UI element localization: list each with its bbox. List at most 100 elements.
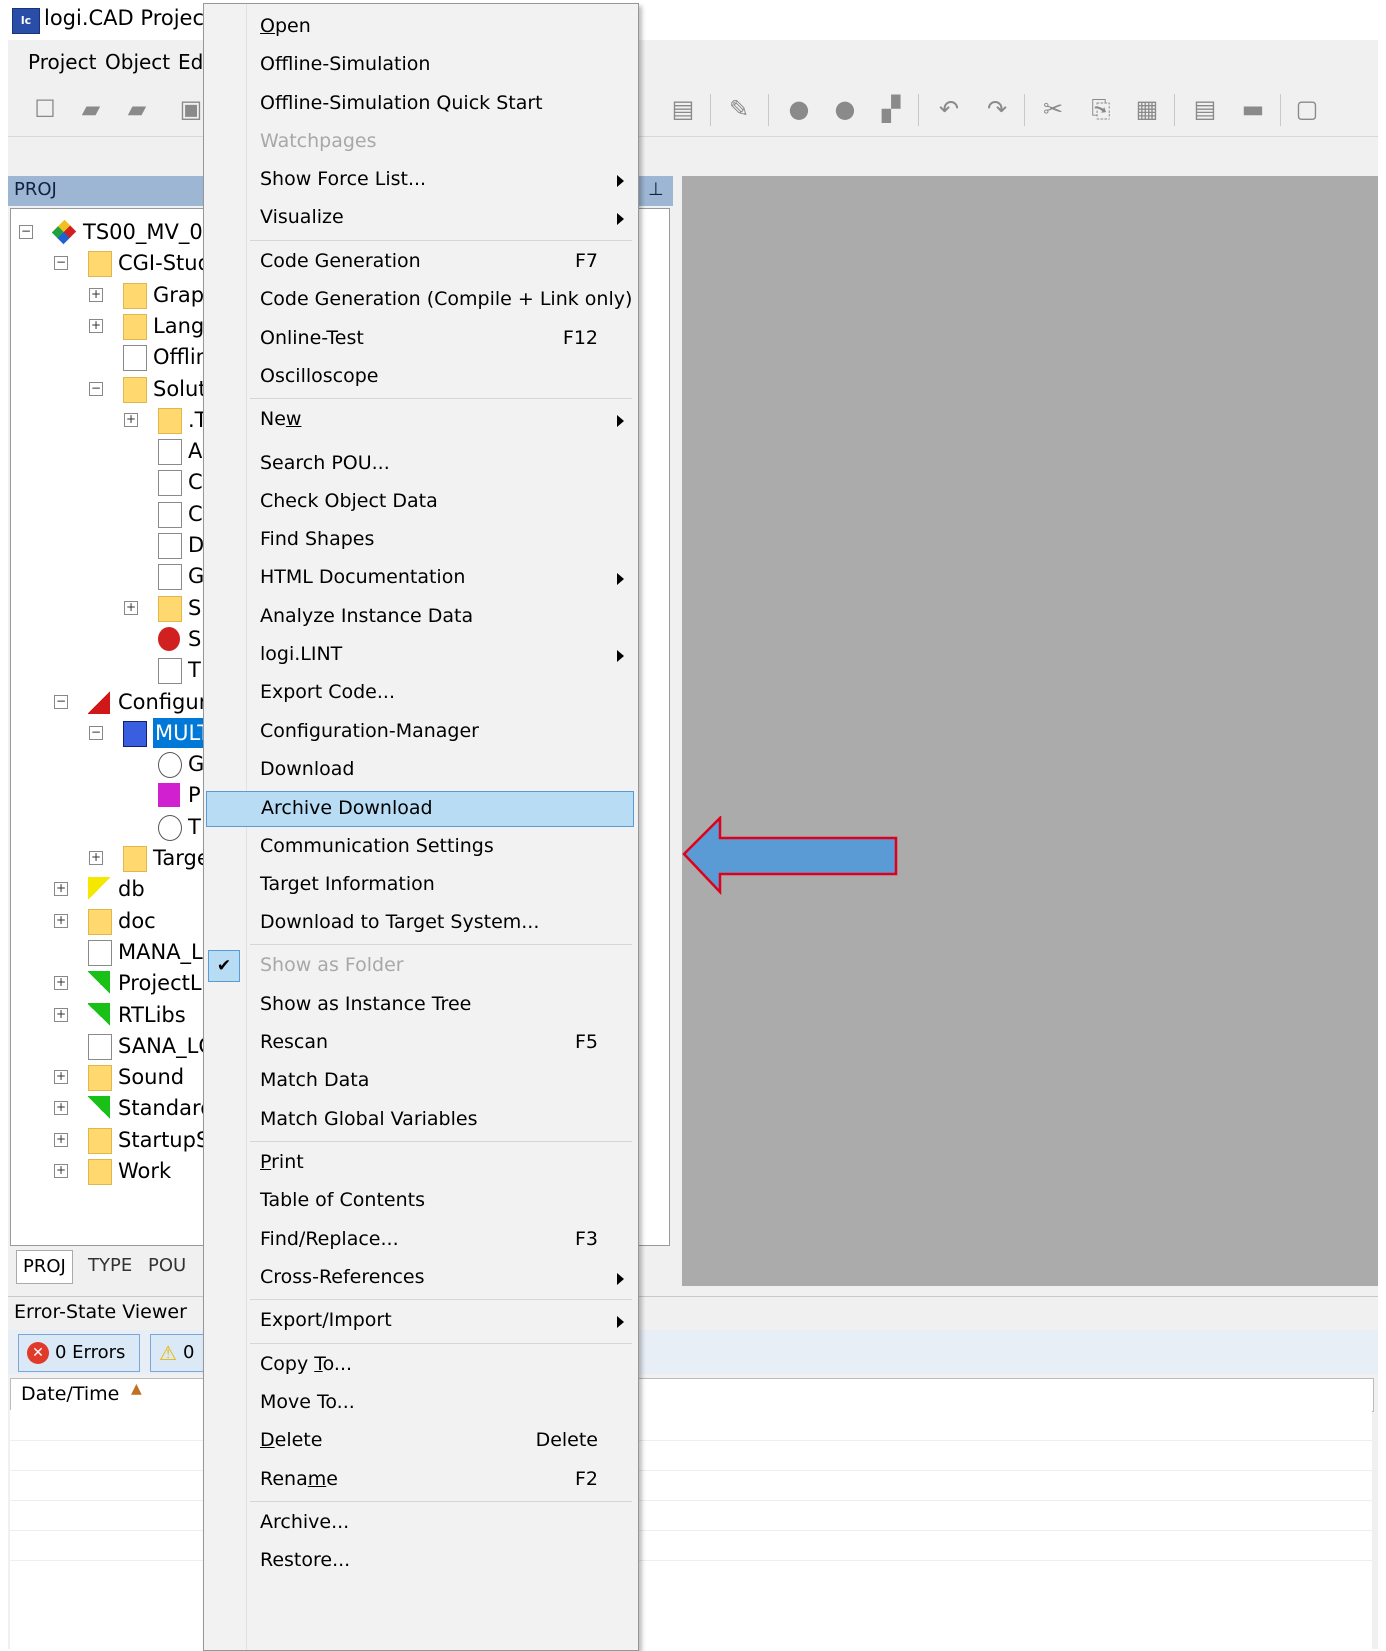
menu-item-code-generation-compile-link-only[interactable]: Code Generation (Compile + Link only)	[206, 283, 634, 319]
expand-icon[interactable]: +	[54, 1007, 68, 1022]
tree-item-label: Targe	[153, 846, 210, 870]
menu-item-label: Export/Import	[260, 1309, 392, 1331]
menu-item-cross-references[interactable]: Cross-References	[206, 1261, 634, 1297]
properties-icon[interactable]: ▣	[176, 94, 206, 124]
menu-item-print[interactable]: Print	[206, 1146, 634, 1182]
expand-icon[interactable]: +	[124, 600, 138, 615]
errors-filter-button[interactable]: ✕ 0 Errors	[18, 1334, 140, 1372]
menu-item-rescan[interactable]: Rescan F5	[206, 1026, 634, 1062]
menu-item-show-force-list[interactable]: Show Force List...	[206, 163, 634, 199]
menu-separator	[250, 1141, 632, 1142]
redo-icon[interactable]: ↷	[982, 94, 1012, 124]
tree-item-label: S	[188, 595, 202, 620]
menu-item-download[interactable]: Download	[206, 753, 634, 789]
menu-item-logi-lint[interactable]: logi.LINT	[206, 638, 634, 674]
menu-item-export-import[interactable]: Export/Import	[206, 1304, 634, 1340]
menu-item-search-pou[interactable]: Search POU...	[206, 447, 634, 483]
expand-icon[interactable]: +	[54, 976, 68, 991]
file-icon	[123, 345, 147, 372]
menu-item-communication-settings[interactable]: Communication Settings	[206, 830, 634, 866]
edit-icon[interactable]: ✎	[724, 94, 754, 124]
collapse-icon[interactable]: −	[89, 725, 103, 740]
menu-item-find-shapes[interactable]: Find Shapes	[206, 523, 634, 559]
paste-icon[interactable]: ▦	[1132, 94, 1162, 124]
tab-pou[interactable]: POU	[142, 1250, 192, 1282]
expand-icon[interactable]: +	[89, 287, 103, 302]
menu-item-match-global-variables[interactable]: Match Global Variables	[206, 1103, 634, 1139]
tree-item-label: C	[188, 501, 203, 526]
expand-icon[interactable]: +	[54, 1101, 68, 1116]
menu-object[interactable]: Object	[105, 50, 170, 74]
menu-item-visualize[interactable]: Visualize	[206, 201, 634, 237]
tab-type[interactable]: TYPE	[82, 1250, 138, 1282]
cut-icon[interactable]: ✂	[1038, 94, 1068, 124]
column-date-time[interactable]: Date/Time	[21, 1383, 119, 1405]
menu-item-configuration-manager[interactable]: Configuration-Manager	[206, 715, 634, 751]
text-file-icon	[88, 939, 112, 966]
expand-icon[interactable]: +	[54, 913, 68, 928]
expand-icon[interactable]: +	[89, 851, 103, 865]
menu-item-table-of-contents[interactable]: Table of Contents	[206, 1184, 634, 1220]
open-icon[interactable]: ▰	[76, 94, 106, 124]
editor-area	[682, 176, 1378, 1286]
tree-item-label: P	[188, 783, 201, 808]
insert-icon[interactable]: ▤	[1190, 94, 1220, 124]
toolbar-separator	[1280, 94, 1281, 126]
menu-item-html-documentation[interactable]: HTML Documentation	[206, 561, 634, 597]
menu-item-match-data[interactable]: Match Data	[206, 1064, 634, 1100]
menu-item-move-to[interactable]: Move To...	[206, 1386, 634, 1422]
expand-icon[interactable]: +	[54, 1070, 68, 1085]
collapse-icon[interactable]: −	[19, 225, 33, 239]
extra-icon[interactable]: ▢	[1292, 94, 1322, 124]
menu-item-copy-to[interactable]: Copy To...	[206, 1348, 634, 1384]
menu-item-find-replace[interactable]: Find/Replace... F3	[206, 1223, 634, 1259]
tree-item-label: Sound	[118, 1065, 185, 1090]
menu-item-code-generation[interactable]: Code Generation F7	[206, 245, 634, 281]
menu-item-label: Configuration-Manager	[260, 720, 479, 742]
new-file-icon[interactable]: ☐	[30, 94, 60, 124]
menu-item-archive-download[interactable]: Archive Download	[206, 791, 634, 827]
window-icon[interactable]: ▬	[1238, 94, 1268, 124]
expand-icon[interactable]: +	[54, 882, 68, 897]
menu-item-target-information[interactable]: Target Information	[206, 868, 634, 904]
menu-item-restore[interactable]: Restore...	[206, 1544, 634, 1580]
expand-icon[interactable]: +	[54, 1132, 68, 1147]
menu-item-offline-simulation-quick-start[interactable]: Offline-Simulation Quick Start	[206, 87, 634, 123]
menu-project[interactable]: Project	[28, 50, 96, 74]
menu-item-archive[interactable]: Archive...	[206, 1506, 634, 1542]
comment-icon[interactable]: ●	[784, 94, 814, 124]
undo-icon[interactable]: ↶	[934, 94, 964, 124]
menu-item-label: Print	[260, 1151, 304, 1173]
file-icon	[158, 658, 182, 685]
comment2-icon[interactable]: ●	[830, 94, 860, 124]
frame-icon[interactable]: ▤	[668, 94, 698, 124]
tree-item-label: doc	[118, 908, 156, 933]
menu-item-download-to-target-system[interactable]: Download to Target System...	[206, 906, 634, 942]
copy-icon[interactable]: ⎘	[1086, 94, 1116, 124]
menu-item-rename[interactable]: Rename F2	[206, 1463, 634, 1499]
menu-item-open[interactable]: Open	[206, 10, 634, 46]
file-icon	[158, 533, 182, 559]
menu-item-oscilloscope[interactable]: Oscilloscope	[206, 360, 634, 396]
collapse-icon[interactable]: −	[54, 694, 68, 709]
menu-item-new[interactable]: New	[206, 403, 634, 439]
tab-proj[interactable]: PROJ	[16, 1250, 73, 1284]
menu-item-show-as-instance-tree[interactable]: Show as Instance Tree	[206, 988, 634, 1024]
menu-item-label: Find Shapes	[260, 528, 375, 550]
expand-icon[interactable]: +	[89, 318, 103, 333]
collapse-icon[interactable]: −	[89, 381, 103, 396]
menu-item-check-object-data[interactable]: Check Object Data	[206, 485, 634, 521]
tree-item-label: MANA_L	[118, 939, 203, 964]
folder-icon	[158, 595, 182, 622]
align-icon[interactable]: ▞	[876, 94, 906, 124]
open-project-icon[interactable]: ▰	[122, 94, 152, 124]
pin-icon[interactable]: ⊥	[648, 179, 664, 200]
menu-item-analyze-instance-data[interactable]: Analyze Instance Data	[206, 600, 634, 636]
menu-item-export-code[interactable]: Export Code...	[206, 676, 634, 712]
menu-item-offline-simulation[interactable]: Offline-Simulation	[206, 48, 634, 84]
menu-item-online-test[interactable]: Online-Test F12	[206, 322, 634, 358]
expand-icon[interactable]: +	[54, 1164, 68, 1178]
collapse-icon[interactable]: −	[54, 256, 68, 271]
menu-item-delete[interactable]: Delete Delete	[206, 1424, 634, 1460]
expand-icon[interactable]: +	[124, 412, 138, 427]
